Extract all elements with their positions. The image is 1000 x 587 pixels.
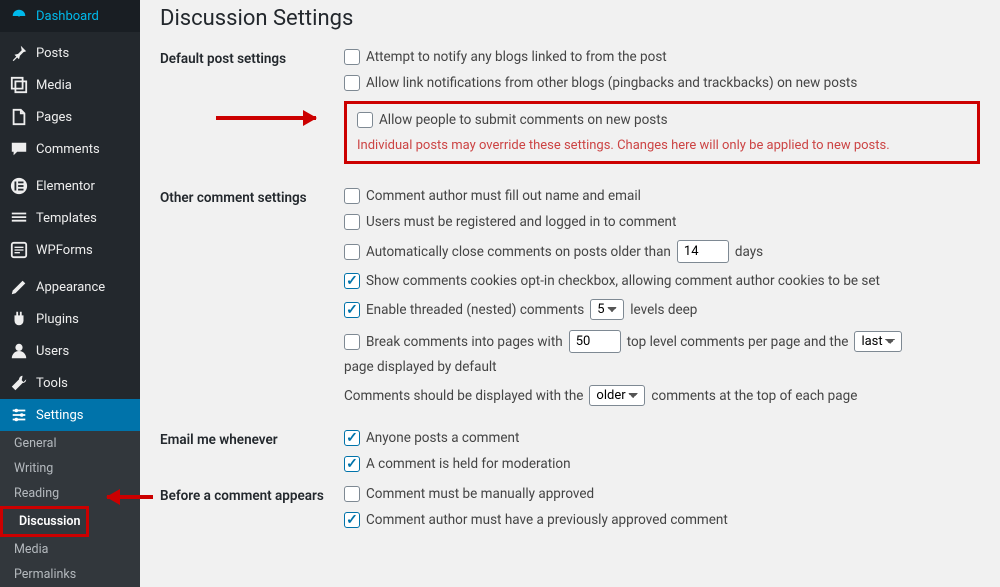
sidebar-item-comments[interactable]: Comments [0,133,140,165]
checkbox-require-login[interactable] [344,214,360,230]
checkbox-prev-approved[interactable] [344,512,360,528]
sidebar-item-label: WPForms [36,243,93,258]
label-paginate-c: page displayed by default [344,359,497,375]
label-allow-pingbacks: Allow link notifications from other blog… [366,75,857,91]
label-email-held: A comment is held for moderation [366,456,571,472]
checkbox-paginate[interactable] [344,334,360,350]
pages-icon [10,108,28,126]
settings-icon [10,406,28,424]
label-allow-comments: Allow people to submit comments on new p… [379,112,668,128]
checkbox-email-held[interactable] [344,456,360,472]
appearance-icon [10,278,28,296]
sidebar-item-wpforms[interactable]: WPForms [0,234,140,266]
sidebar-sub-general[interactable]: General [0,431,140,456]
sidebar-item-label: Posts [36,46,69,61]
sidebar-item-media[interactable]: Media [0,69,140,101]
pin-icon [10,44,28,62]
sidebar-item-label: Tools [36,376,68,391]
section-heading-email-me: Email me whenever [160,430,344,448]
label-require-name-email: Comment author must fill out name and em… [366,188,641,204]
label-paginate-b: top level comments per page and the [627,334,849,350]
select-default-page[interactable]: last [854,331,902,352]
plugins-icon [10,310,28,328]
sidebar-item-posts[interactable]: Posts [0,37,140,69]
sidebar-item-templates[interactable]: Templates [0,202,140,234]
select-comment-order[interactable]: older [589,385,645,406]
select-thread-depth[interactable]: 5 [590,299,624,320]
label-order-b: comments at the top of each page [651,388,857,404]
label-threaded-b: levels deep [630,302,697,318]
sidebar-sub-writing[interactable]: Writing [0,456,140,481]
sidebar-item-pages[interactable]: Pages [0,101,140,133]
highlight-allow-comments: Allow people to submit comments on new p… [344,101,980,164]
sidebar-submenu-settings: General Writing Reading Discussion Media… [0,431,140,587]
sidebar-item-dashboard[interactable]: Dashboard [0,0,140,32]
users-icon [10,342,28,360]
sidebar-item-label: Templates [36,211,97,226]
sidebar-item-settings[interactable]: Settings [0,399,140,431]
label-require-login: Users must be registered and logged in t… [366,214,676,230]
sidebar-item-label: Plugins [36,312,79,327]
label-notify-blogs: Attempt to notify any blogs linked to fr… [366,49,667,65]
checkbox-cookies-optin[interactable] [344,273,360,289]
sidebar-item-elementor[interactable]: Elementor [0,170,140,202]
desc-default-post: Individual posts may override these sett… [357,138,967,153]
label-manual-approve: Comment must be manually approved [366,486,594,502]
sidebar-item-appearance[interactable]: Appearance [0,271,140,303]
page-title: Discussion Settings [160,6,980,31]
sidebar-item-label: Settings [36,408,83,423]
input-days-old[interactable] [677,240,729,263]
label-cookies-optin: Show comments cookies opt-in checkbox, a… [366,273,880,289]
section-heading-before-appears: Before a comment appears [160,486,344,504]
checkbox-auto-close[interactable] [344,244,360,260]
sidebar-sub-media[interactable]: Media [0,537,140,562]
dashboard-icon [10,7,28,25]
sidebar-item-plugins[interactable]: Plugins [0,303,140,335]
tools-icon [10,374,28,392]
checkbox-allow-comments[interactable] [357,112,373,128]
sidebar-item-label: Appearance [36,280,105,295]
sidebar-item-label: Comments [36,142,100,157]
label-email-anyone-posts: Anyone posts a comment [366,430,519,446]
sidebar-item-users[interactable]: Users [0,335,140,367]
checkbox-threaded[interactable] [344,302,360,318]
sidebar-item-label: Pages [36,110,72,125]
label-order-a: Comments should be displayed with the [344,388,583,404]
checkbox-email-anyone-posts[interactable] [344,430,360,446]
label-auto-close-b: days [735,244,763,260]
checkbox-require-name-email[interactable] [344,188,360,204]
checkbox-manual-approve[interactable] [344,486,360,502]
label-paginate-a: Break comments into pages with [366,334,563,350]
checkbox-allow-pingbacks[interactable] [344,75,360,91]
section-heading-other-comment: Other comment settings [160,188,344,206]
sidebar-item-label: Media [36,78,72,93]
label-auto-close-a: Automatically close comments on posts ol… [366,244,671,260]
label-threaded-a: Enable threaded (nested) comments [366,302,584,318]
sidebar-item-label: Dashboard [36,9,99,24]
sidebar-item-label: Users [36,344,69,359]
sidebar-sub-permalinks[interactable]: Permalinks [0,562,140,587]
wpforms-icon [10,241,28,259]
label-prev-approved: Comment author must have a previously ap… [366,512,728,528]
elementor-icon [10,177,28,195]
sidebar-sub-discussion[interactable]: Discussion [5,509,80,534]
templates-icon [10,209,28,227]
section-heading-default-post: Default post settings [160,49,344,67]
sidebar-sub-reading[interactable]: Reading [0,481,140,506]
sidebar-item-label: Elementor [36,179,95,194]
sidebar-item-tools[interactable]: Tools [0,367,140,399]
admin-sidebar: Dashboard Posts Media Pages Comments Ele… [0,0,140,556]
comments-icon [10,140,28,158]
input-per-page[interactable] [569,330,621,353]
checkbox-notify-blogs[interactable] [344,49,360,65]
media-icon [10,76,28,94]
main-content: Discussion Settings Default post setting… [140,0,1000,556]
